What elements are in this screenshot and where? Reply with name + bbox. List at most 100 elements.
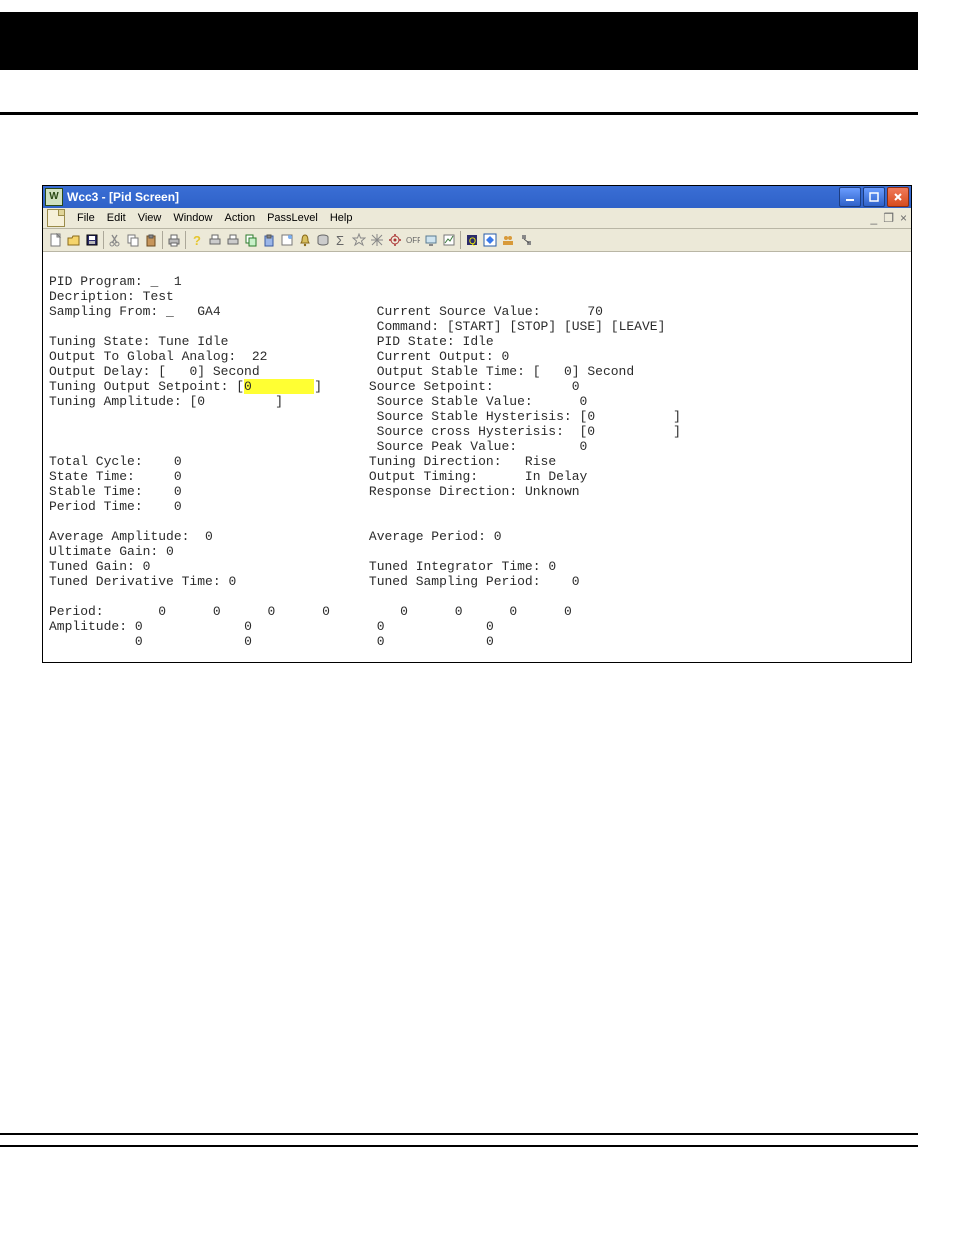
star-burst-icon[interactable] xyxy=(368,231,386,249)
period-2: 0 xyxy=(267,604,275,619)
tuned-integrator-label: Tuned Integrator Time: xyxy=(369,559,541,574)
paste-icon[interactable] xyxy=(142,231,160,249)
disk-q-icon[interactable]: Q xyxy=(463,231,481,249)
cut-icon[interactable] xyxy=(106,231,124,249)
toolbar-separator xyxy=(460,231,461,249)
amp-3: 0 xyxy=(486,619,494,634)
period-4: 0 xyxy=(400,604,408,619)
source-stable-hyst-value[interactable]: [0 ] xyxy=(580,409,681,424)
tuned-integrator-value: 0 xyxy=(548,559,556,574)
menu-view[interactable]: View xyxy=(132,211,168,226)
tuned-sampling-value: 0 xyxy=(572,574,580,589)
stable-time-label: Stable Time: xyxy=(49,484,143,499)
source-peak-value: 0 xyxy=(580,439,588,454)
star-outline-icon[interactable] xyxy=(350,231,368,249)
off-icon[interactable]: OFF xyxy=(404,231,422,249)
output-delay-value[interactable]: [ 0] Second xyxy=(158,364,259,379)
printer1-icon[interactable] xyxy=(206,231,224,249)
tuned-gain-label: Tuned Gain: xyxy=(49,559,135,574)
svg-text:OFF: OFF xyxy=(406,236,420,245)
copy-icon[interactable] xyxy=(124,231,142,249)
toolbar: ? Σ OFF Q xyxy=(43,229,911,252)
mdi-close-icon[interactable]: × xyxy=(900,212,907,224)
network-icon[interactable] xyxy=(517,231,535,249)
total-cycle-label: Total Cycle: xyxy=(49,454,143,469)
diamond-icon[interactable] xyxy=(481,231,499,249)
menu-window[interactable]: Window xyxy=(167,211,218,226)
tuning-state-value: Tune Idle xyxy=(158,334,228,349)
pid-program-value[interactable]: _ 1 xyxy=(150,274,181,289)
source-setpoint-label: Source Setpoint: xyxy=(369,379,494,394)
current-output-label: Current Output: xyxy=(377,349,494,364)
sampling-from-value[interactable]: _ GA4 xyxy=(166,304,221,319)
print-icon[interactable] xyxy=(165,231,183,249)
window-controls xyxy=(839,187,909,207)
help-icon[interactable]: ? xyxy=(188,231,206,249)
period-5: 0 xyxy=(455,604,463,619)
title-bar: W Wcc3 - [Pid Screen] xyxy=(43,186,911,208)
new-icon[interactable] xyxy=(47,231,65,249)
database-icon[interactable] xyxy=(314,231,332,249)
close-button[interactable] xyxy=(887,187,909,207)
document-icon[interactable] xyxy=(47,209,65,227)
source-stable-hyst-label: Source Stable Hysterisis: xyxy=(377,409,572,424)
period-time-label: Period Time: xyxy=(49,499,143,514)
pid-state-label: PID State: xyxy=(377,334,455,349)
copy-green-icon[interactable] xyxy=(242,231,260,249)
state-time-value: 0 xyxy=(174,469,182,484)
printer2-icon[interactable] xyxy=(224,231,242,249)
cmd-stop[interactable]: [STOP] xyxy=(509,319,556,334)
total-cycle-value: 0 xyxy=(174,454,182,469)
mdi-restore-icon[interactable]: ❐ xyxy=(883,212,894,224)
amp-2: 0 xyxy=(377,619,385,634)
source-cross-hyst-value[interactable]: [0 ] xyxy=(580,424,681,439)
cmd-start[interactable]: [START] xyxy=(447,319,502,334)
tuning-state-label: Tuning State: xyxy=(49,334,150,349)
toolbar-separator xyxy=(103,231,104,249)
output-stable-time-value[interactable]: [ 0] Second xyxy=(533,364,634,379)
tuning-amplitude-value[interactable]: [0 ] xyxy=(189,394,283,409)
toolbar-separator xyxy=(185,231,186,249)
mdi-minimize-icon[interactable]: _ xyxy=(871,212,878,224)
amp-6: 0 xyxy=(377,634,385,649)
source-stable-value: 0 xyxy=(580,394,588,409)
output-global-value: 22 xyxy=(252,349,268,364)
app-icon-text: W xyxy=(49,192,58,202)
open-icon[interactable] xyxy=(65,231,83,249)
period-3: 0 xyxy=(322,604,330,619)
tuning-output-setpoint-value[interactable]: 0 xyxy=(244,379,252,394)
tuned-derivative-value: 0 xyxy=(228,574,236,589)
people-icon[interactable] xyxy=(499,231,517,249)
chart-icon[interactable] xyxy=(440,231,458,249)
cmd-use[interactable]: [USE] xyxy=(564,319,603,334)
period-time-value: 0 xyxy=(174,499,182,514)
avg-period-value: 0 xyxy=(494,529,502,544)
tuned-gain-value: 0 xyxy=(143,559,151,574)
description-label: Decription: xyxy=(49,289,135,304)
sigma-icon[interactable]: Σ xyxy=(332,231,350,249)
monitor-icon[interactable] xyxy=(422,231,440,249)
amp-4: 0 xyxy=(135,634,143,649)
tuning-amplitude-label: Tuning Amplitude: xyxy=(49,394,182,409)
horizontal-rule xyxy=(0,112,918,115)
gear-icon[interactable] xyxy=(386,231,404,249)
tuning-direction-value: Rise xyxy=(525,454,556,469)
save-icon[interactable] xyxy=(83,231,101,249)
menu-edit[interactable]: Edit xyxy=(101,211,132,226)
note-icon[interactable] xyxy=(278,231,296,249)
menu-file[interactable]: File xyxy=(71,211,101,226)
maximize-button[interactable] xyxy=(863,187,885,207)
command-label: Command: xyxy=(377,319,439,334)
description-value[interactable]: Test xyxy=(143,289,174,304)
paste-blue-icon[interactable] xyxy=(260,231,278,249)
current-source-value: 70 xyxy=(587,304,603,319)
cmd-leave[interactable]: [LEAVE] xyxy=(611,319,666,334)
menu-help[interactable]: Help xyxy=(324,211,359,226)
svg-text:Q: Q xyxy=(469,236,476,246)
menu-action[interactable]: Action xyxy=(218,211,261,226)
menu-passlevel[interactable]: PassLevel xyxy=(261,211,324,226)
app-icon: W xyxy=(45,188,63,206)
minimize-button[interactable] xyxy=(839,187,861,207)
amp-5: 0 xyxy=(244,634,252,649)
bell-icon[interactable] xyxy=(296,231,314,249)
